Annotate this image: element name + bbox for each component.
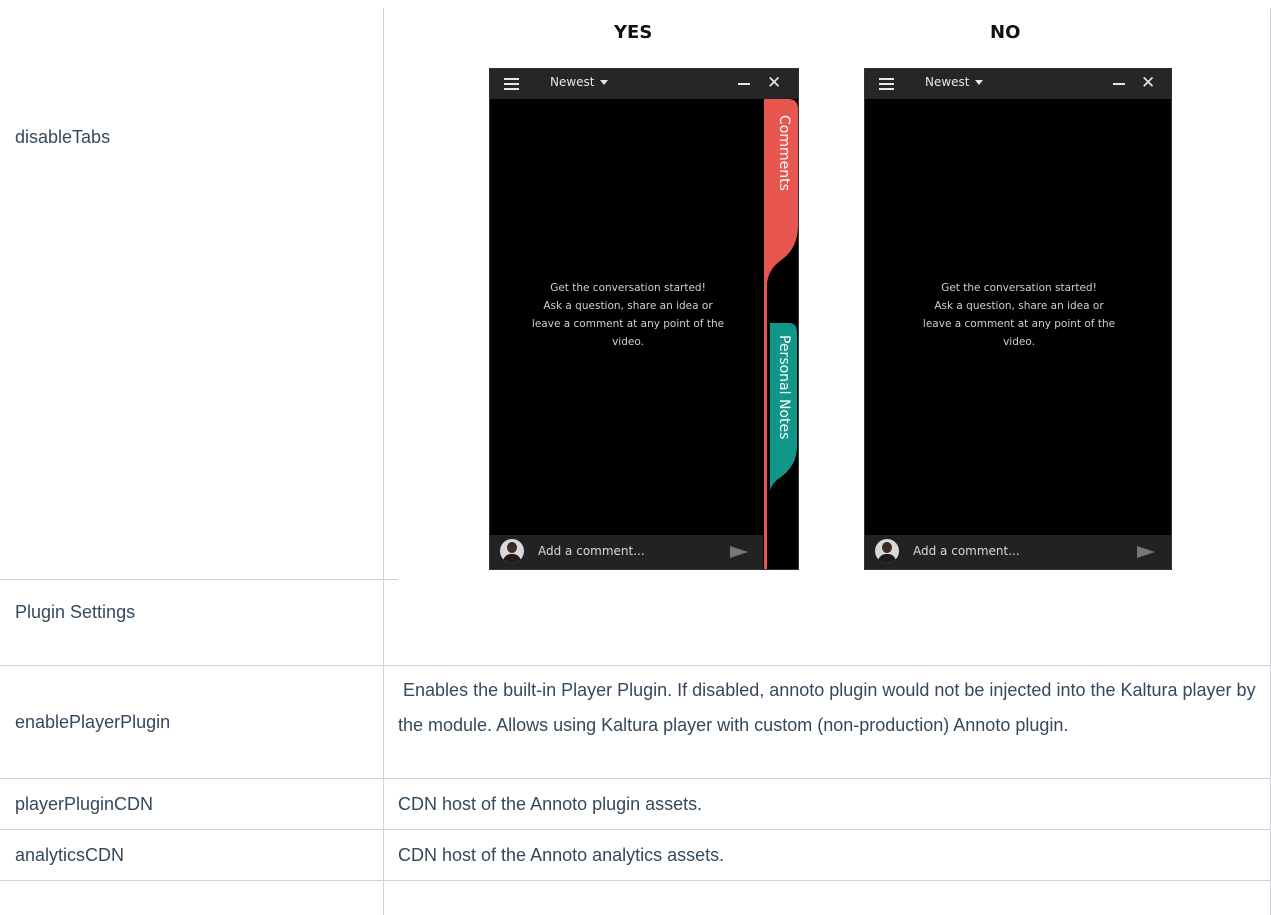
tab-comments[interactable]: Comments [776, 115, 792, 191]
param-analytics-cdn: analyticsCDN [15, 845, 125, 865]
description-player-plugin-cdn: CDN host of the Annoto plugin assets. [398, 794, 703, 814]
description-enable-player-plugin: Enables the built-in Player Plugin. If d… [398, 680, 1261, 735]
sort-dropdown[interactable]: Newest [925, 75, 983, 89]
param-enable-player-plugin: enablePlayerPlugin [15, 712, 171, 732]
send-icon[interactable] [1137, 546, 1155, 558]
message-line: video. [612, 336, 644, 348]
param-player-plugin-cdn: playerPluginCDN [15, 794, 154, 814]
description-analytics-cdn: CDN host of the Annoto analytics assets. [398, 845, 725, 865]
caret-down-icon [599, 80, 608, 85]
row-divider-4 [0, 829, 1271, 830]
widget-top-bar: Newest ✕ [865, 69, 1171, 99]
row-divider-3 [0, 778, 1271, 779]
tab-personal-notes[interactable]: Personal Notes [776, 335, 792, 439]
comment-input[interactable]: Add a comment... [538, 544, 645, 558]
message-line: Get the conversation started! [941, 282, 1097, 294]
widget-top-bar: Newest ✕ [490, 69, 798, 99]
row-divider-5 [0, 880, 1271, 881]
comment-input[interactable]: Add a comment... [913, 544, 1020, 558]
message-line: Get the conversation started! [550, 282, 706, 294]
avatar [500, 539, 524, 563]
widget-without-tabs: Newest ✕ Get the conversation started! A… [864, 68, 1172, 570]
row-divider-2 [0, 665, 1271, 666]
caret-down-icon [974, 80, 983, 85]
avatar [875, 539, 899, 563]
param-disable-tabs: disableTabs [15, 127, 111, 147]
widget-with-tabs: Newest ✕ Get the conversation started! A… [489, 68, 799, 570]
close-icon[interactable]: ✕ [767, 73, 781, 93]
empty-state-message: Get the conversation started! Ask a ques… [899, 279, 1139, 351]
comment-bar: Add a comment... [490, 535, 763, 569]
sort-label: Newest [550, 75, 595, 89]
comment-bar: Add a comment... [865, 535, 1171, 569]
message-line: leave a comment at any point of the [922, 318, 1116, 330]
close-icon[interactable]: ✕ [1141, 73, 1155, 93]
sort-dropdown[interactable]: Newest [550, 75, 608, 89]
section-plugin-settings: Plugin Settings [15, 602, 136, 622]
message-line: Ask a question, share an idea or [934, 300, 1104, 312]
yes-heading: YES [614, 22, 653, 43]
send-icon[interactable] [730, 546, 748, 558]
empty-state-message: Get the conversation started! Ask a ques… [508, 279, 748, 351]
row-divider-1 [0, 579, 398, 580]
message-line: leave a comment at any point of the [531, 318, 725, 330]
message-line: Ask a question, share an idea or [543, 300, 713, 312]
minimize-icon[interactable] [1113, 83, 1125, 85]
minimize-icon[interactable] [738, 83, 750, 85]
menu-icon[interactable] [879, 78, 894, 90]
message-line: video. [1003, 336, 1035, 348]
sort-label: Newest [925, 75, 970, 89]
menu-icon[interactable] [504, 78, 519, 90]
no-heading: NO [990, 22, 1021, 43]
